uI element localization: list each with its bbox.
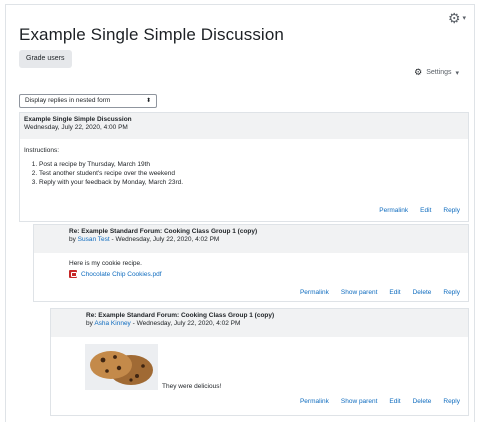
caret-down-icon: ▾ — [462, 15, 466, 22]
edit-link[interactable]: Edit — [389, 289, 400, 296]
permalink-link[interactable]: Permalink — [379, 207, 408, 214]
permalink-link[interactable]: Permalink — [300, 398, 329, 405]
post-actions: Permalink Show parent Edit Delete Reply — [288, 398, 460, 405]
post-date: - Wednesday, July 22, 2020, 4:02 PM — [109, 236, 220, 243]
reply-link[interactable]: Reply — [443, 207, 460, 214]
post-body: Here is my cookie recipe. Chocolate Chip… — [34, 253, 468, 278]
edit-link[interactable]: Edit — [420, 207, 431, 214]
page-title: Example Single Simple Discussion — [19, 25, 284, 44]
delete-link[interactable]: Delete — [413, 398, 432, 405]
attachment: Chocolate Chip Cookies.pdf — [69, 270, 468, 278]
post-header: Example Single Simple Discussion Wednesd… — [20, 113, 468, 139]
post-header: Re: Example Standard Forum: Cooking Clas… — [34, 225, 468, 253]
post-actions: Permalink Show parent Edit Delete Reply — [288, 289, 460, 296]
delete-link[interactable]: Delete — [413, 289, 432, 296]
post-message: They were delicious! — [162, 383, 222, 390]
list-item: Post a recipe by Thursday, March 19th — [39, 161, 464, 168]
show-parent-link[interactable]: Show parent — [341, 398, 378, 405]
discussion-post-original: Example Single Simple Discussion Wednesd… — [19, 112, 469, 222]
discussion-post-reply: Re: Example Standard Forum: Cooking Clas… — [33, 224, 469, 302]
gear-icon: ⚙ — [447, 10, 461, 26]
settings-label: Settings — [426, 69, 452, 76]
display-mode-select[interactable]: Display replies in nested form ⬍ — [19, 94, 157, 108]
post-subject: Re: Example Standard Forum: Cooking Clas… — [69, 228, 258, 235]
post-message: Here is my cookie recipe. — [69, 260, 142, 267]
discussion-post-nested-reply: Re: Example Standard Forum: Cooking Clas… — [50, 308, 469, 416]
show-parent-link[interactable]: Show parent — [341, 289, 378, 296]
display-mode-value: Display replies in nested form — [25, 97, 111, 104]
permalink-link[interactable]: Permalink — [300, 289, 329, 296]
post-subject: Example Single Simple Discussion — [24, 116, 132, 123]
cookie-image — [85, 344, 158, 390]
pdf-file-icon — [69, 270, 77, 278]
post-date: - Wednesday, July 22, 2020, 4:02 PM — [130, 320, 241, 327]
select-arrows-icon: ⬍ — [145, 98, 151, 104]
byline-prefix: by — [69, 236, 78, 243]
post-byline: by Asha Kinney - Wednesday, July 22, 202… — [86, 320, 464, 327]
settings-menu[interactable]: ⚙ Settings ▾ — [414, 67, 459, 78]
post-actions: Permalink Edit Reply — [367, 207, 460, 214]
reply-link[interactable]: Reply — [443, 289, 460, 296]
forum-page: ⚙ ▾ Example Single Simple Discussion Gra… — [5, 4, 475, 422]
post-body: They were delicious! — [51, 337, 468, 407]
caret-down-icon: ▾ — [455, 69, 459, 77]
reply-link[interactable]: Reply — [443, 398, 460, 405]
list-item: Reply with your feedback by Monday, Marc… — [39, 179, 464, 186]
page-actions-menu[interactable]: ⚙ ▾ — [448, 11, 466, 25]
instructions-label: Instructions: — [24, 147, 60, 154]
instructions-list: Post a recipe by Thursday, March 19th Te… — [24, 161, 464, 186]
post-body: Instructions: Post a recipe by Thursday,… — [20, 139, 468, 192]
post-subject: Re: Example Standard Forum: Cooking Clas… — [86, 312, 275, 319]
edit-link[interactable]: Edit — [389, 398, 400, 405]
attachment-link[interactable]: Chocolate Chip Cookies.pdf — [81, 271, 162, 278]
list-item: Test another student's recipe over the w… — [39, 170, 464, 177]
post-header: Re: Example Standard Forum: Cooking Clas… — [51, 309, 468, 337]
gear-icon: ⚙ — [414, 67, 423, 77]
author-link[interactable]: Asha Kinney — [94, 320, 131, 327]
post-date: Wednesday, July 22, 2020, 4:00 PM — [24, 124, 128, 131]
post-byline: by Susan Test - Wednesday, July 22, 2020… — [69, 236, 464, 243]
author-link[interactable]: Susan Test — [78, 236, 110, 243]
grade-users-button[interactable]: Grade users — [19, 50, 72, 68]
